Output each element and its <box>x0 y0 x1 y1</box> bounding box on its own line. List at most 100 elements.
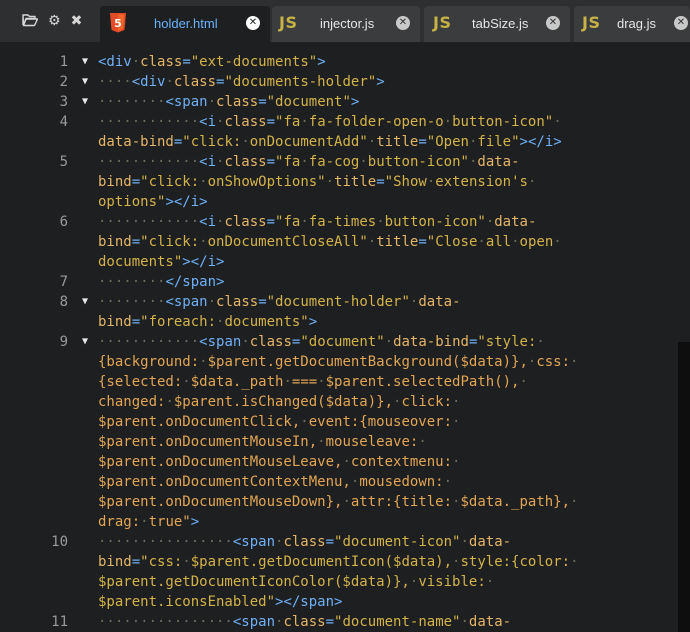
code-text[interactable]: ············<i·class="fa·fa-times·button… <box>98 212 673 272</box>
code-token: ················ <box>98 534 233 550</box>
code-token: mouseleave: <box>325 434 419 450</box>
code-line[interactable]: 11 ················<span · class="document-… <box>0 612 678 632</box>
line-number[interactable]: 5 <box>8 152 68 172</box>
code-line[interactable]: 10 ················<span·class="document-… <box>0 532 678 612</box>
code-token: class <box>249 334 292 350</box>
code-line[interactable]: 6 ············<i·class="fa·fa-times·butto… <box>0 212 678 272</box>
code-token: open <box>519 234 554 250</box>
code-token: fa-times <box>308 214 377 230</box>
folder-open-icon[interactable] <box>22 13 39 30</box>
code-token: = <box>418 134 427 150</box>
tab-drag-js[interactable]: JS drag.js ✕ <box>574 6 690 42</box>
tab-injector-js[interactable]: JS injector.js ✕ <box>272 6 420 42</box>
code-line[interactable]: 2 ▼ ····<div·class="documents-holder"> <box>0 72 678 92</box>
code-text[interactable]: ················<span·class="document-ic… <box>98 532 673 612</box>
code-token: ········ <box>98 274 166 290</box>
code-row: ················<span · class="document-ic… <box>98 532 673 552</box>
code-token: · <box>485 574 495 590</box>
code-text[interactable]: ············<i·class="fa·fa-cog·button-i… <box>98 152 673 212</box>
code-text[interactable]: ········<span·class="document-holder"·da… <box>98 292 673 332</box>
line-number[interactable]: 3 <box>8 92 68 112</box>
code-token: $parent.onDocumentMouseDown}, <box>98 494 343 510</box>
fold-arrow-icon[interactable]: ▼ <box>82 92 88 112</box>
code-token: = <box>131 174 141 190</box>
line-number[interactable]: 8 <box>8 292 68 312</box>
line-number[interactable]: 6 <box>8 212 68 232</box>
tab-close-icon[interactable]: ✕ <box>674 16 688 30</box>
code-text[interactable]: <div·class="ext-documents"> <box>98 52 673 72</box>
js-file-icon: JS <box>279 13 298 32</box>
code-token: · <box>165 74 174 90</box>
tab-close-icon[interactable]: ✕ <box>396 16 410 30</box>
code-token: > <box>376 74 385 90</box>
code-token: <span <box>165 294 208 310</box>
code-row: ················<span · class="document-na… <box>98 612 673 632</box>
code-token: options" <box>98 194 166 210</box>
code-token: onDocumentAdd" <box>249 134 368 150</box>
code-line[interactable]: 7 ········</span> <box>0 272 678 292</box>
code-row: {background:·$parent.getDocumentBackgrou… <box>98 352 673 372</box>
code-line[interactable]: 5 ············<i·class="fa·fa-cog·button-… <box>0 152 678 212</box>
code-token: <div <box>98 54 132 70</box>
fold-arrow-icon[interactable]: ▼ <box>82 72 88 92</box>
code-line[interactable]: 3 ▼ ········<span·class="document"> <box>0 92 678 112</box>
code-token: </span> <box>165 274 225 290</box>
scrollbar-track[interactable] <box>678 342 690 632</box>
line-number[interactable]: 11 <box>8 612 68 632</box>
tab-tabSize-js[interactable]: JS tabSize.js ✕ <box>424 6 570 42</box>
code-text[interactable]: ········</span> <box>98 272 673 292</box>
tab-close-icon[interactable]: ✕ <box>546 16 560 30</box>
code-token: · <box>300 414 309 430</box>
line-number[interactable]: 7 <box>8 272 68 292</box>
code-text[interactable]: ········<span·class="document"> <box>98 92 673 112</box>
code-editor[interactable]: 1 ▼ <div·class="ext-documents"> 2 ▼ ····<div·… <box>0 42 678 632</box>
code-token: fa-folder-open-o <box>308 114 444 130</box>
code-token: $parent.onDocumentMouseLeave, <box>98 454 343 470</box>
code-token: > <box>190 514 200 530</box>
code-line[interactable]: 8 ▼ ········<span·class="document-holder"·… <box>0 292 678 332</box>
code-token: data- <box>477 154 520 170</box>
code-token: · <box>283 374 292 390</box>
line-number[interactable]: 10 <box>8 532 68 552</box>
code-token: · <box>207 294 217 310</box>
code-token: · <box>241 134 250 150</box>
code-text[interactable]: ············<i·class="fa·fa-folder-open-… <box>98 112 673 152</box>
code-line[interactable]: 9 ▼ ············<span·class="document"·dat… <box>0 332 678 532</box>
gear-icon[interactable]: ⚙ <box>48 14 61 28</box>
code-text[interactable]: ····<div·class="documents-holder"> <box>98 72 673 92</box>
vertical-scrollbar[interactable] <box>678 42 690 632</box>
code-token: $parent.getDocumentBackground($data)}, <box>207 354 528 370</box>
code-token: $data._path}, <box>460 494 571 510</box>
code-row: $parent.onDocumentClick,·event:{mouseove… <box>98 412 673 432</box>
line-number[interactable]: 9 <box>8 332 68 352</box>
code-token: class <box>216 294 259 310</box>
code-token: "click: <box>140 174 200 190</box>
code-token: visible: <box>418 574 486 590</box>
line-number[interactable]: 1 <box>8 52 68 72</box>
code-token: "css: <box>140 554 183 570</box>
fold-arrow-icon[interactable]: ▼ <box>82 332 88 352</box>
tab-holder-html[interactable]: 5 holder.html ✕ <box>100 6 270 42</box>
code-token: ···· <box>98 74 132 90</box>
line-number[interactable]: 4 <box>8 112 68 132</box>
code-token: · <box>536 334 545 350</box>
code-token: "click: <box>140 234 200 250</box>
code-token: = <box>131 234 141 250</box>
code-text[interactable]: ················<span · class="document-na… <box>98 612 673 632</box>
code-line[interactable]: 1 ▼ <div·class="ext-documents"> <box>0 52 678 72</box>
code-text[interactable]: ············<span·class="document"·data-… <box>98 332 673 532</box>
close-icon[interactable]: ✖ <box>71 14 83 28</box>
code-token: extension's <box>435 174 528 190</box>
code-token: contextmenu: <box>350 454 453 470</box>
fold-arrow-icon[interactable]: ▼ <box>82 52 88 72</box>
code-row: ········</span> <box>98 272 673 292</box>
code-token: <span <box>232 614 276 630</box>
fold-arrow-icon[interactable]: ▼ <box>82 292 88 312</box>
line-number[interactable]: 2 <box>8 72 68 92</box>
code-token: $parent.getDocumentIcon($data), <box>190 554 453 570</box>
tab-close-icon[interactable]: ✕ <box>246 16 260 30</box>
code-token: · <box>460 614 469 630</box>
code-token: = <box>266 114 276 130</box>
code-token: · <box>140 514 149 530</box>
code-line[interactable]: 4 ············<i·class="fa·fa-folder-open… <box>0 112 678 152</box>
